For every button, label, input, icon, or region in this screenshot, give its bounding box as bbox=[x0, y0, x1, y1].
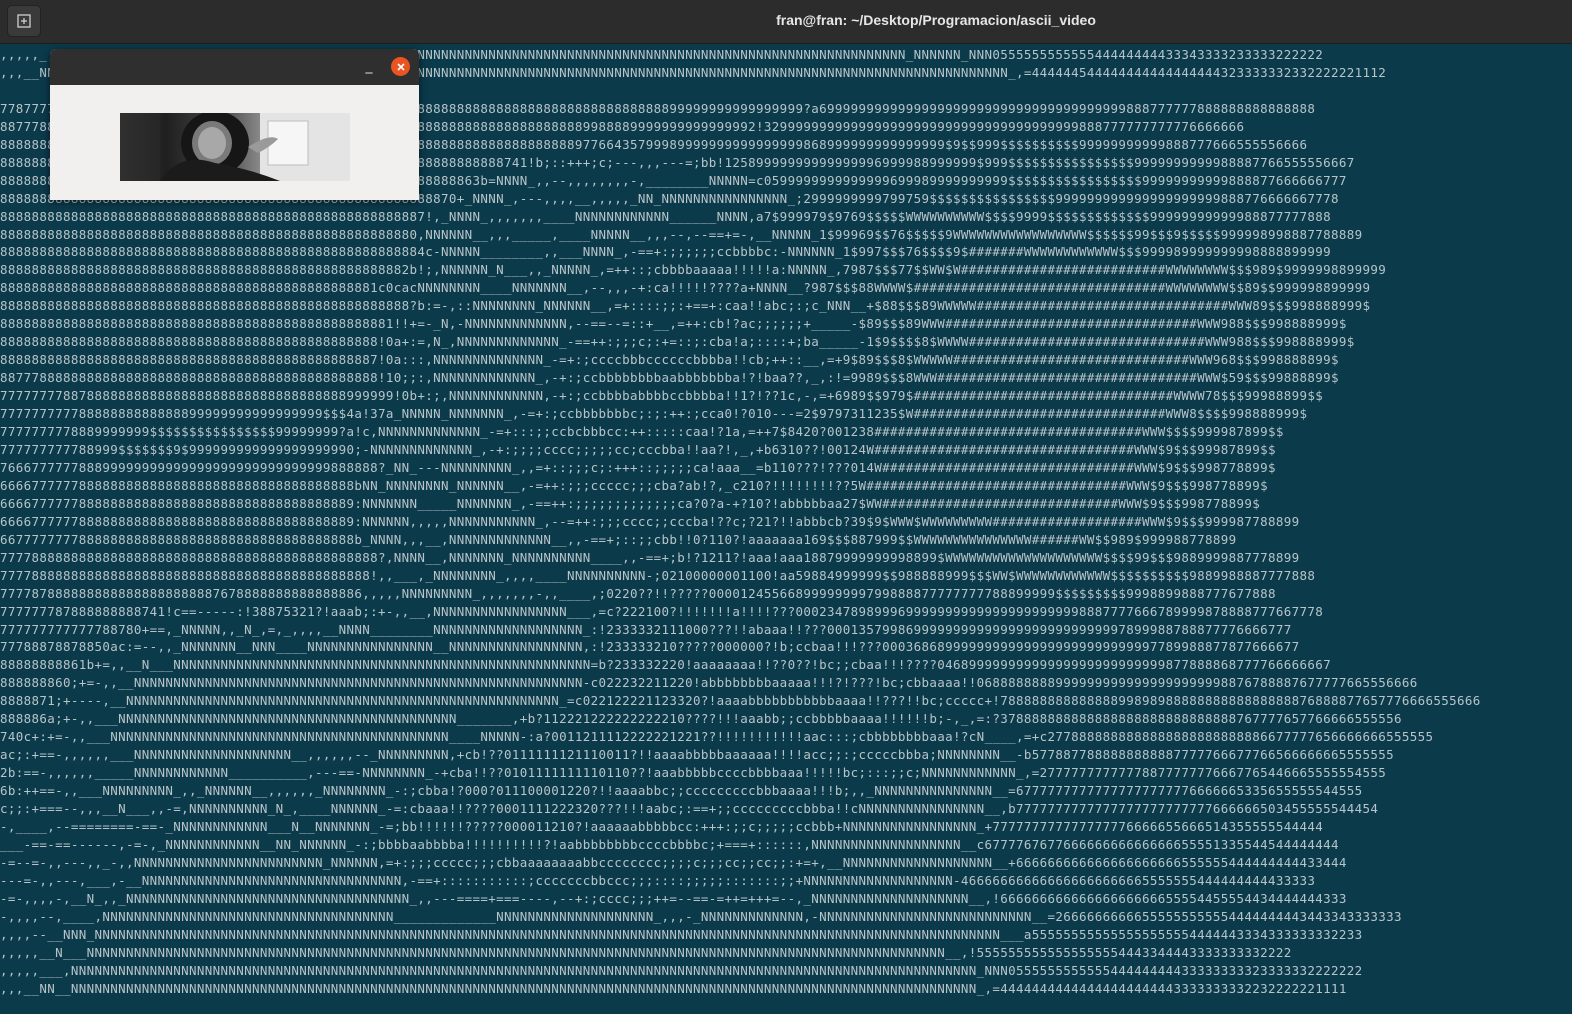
window-titlebar: fran@fran: ~/Desktop/Programacion/ascii_… bbox=[0, 0, 1572, 44]
terminal-line: 8888888888888888888888888888888888888888… bbox=[0, 352, 1339, 368]
terminal-line: -=--=-,,---,,_-,,NNNNNNNNNNNNNNNNNNNNNNN… bbox=[0, 854, 1347, 870]
terminal-line: 77788878878850ac:=--,,_NNNNNNN__NNN____N… bbox=[0, 639, 1300, 655]
terminal-line: 7666777777888999999999999999999999999999… bbox=[0, 459, 1276, 475]
terminal-line: 88888888861b+=,,__N___NNNNNNNNNNNNNNNNNN… bbox=[0, 657, 1331, 673]
terminal-line: 8888888888888888888888888888888888888888… bbox=[0, 316, 1347, 332]
terminal-line: 8877788888888888888888888888888888888888… bbox=[0, 370, 1339, 386]
terminal-line: 777777777788999$$$$$$$9$9999999999999999… bbox=[0, 441, 1276, 457]
webcam-frame bbox=[120, 113, 350, 181]
webcam-person-image bbox=[120, 113, 350, 181]
terminal-line: ---=-,,---,___,-__NNNNNNNNNNNNNNNNNNNNNN… bbox=[0, 872, 1316, 888]
terminal-line: ,,,__NN__NNNNNNNNNNNNNNNNNNNNNNNNNNNNNNN… bbox=[0, 980, 1347, 996]
minimize-button[interactable]: _ bbox=[361, 58, 377, 74]
terminal-line: ,,,,,__N___NNNNNNNNNNNNNNNNNNNNNNNNNNNNN… bbox=[0, 944, 1292, 960]
terminal-line: 777777777777788780+==,_NNNNN,,_N_,=,_,,,… bbox=[0, 621, 1292, 637]
video-window-titlebar[interactable]: _ bbox=[50, 49, 419, 85]
terminal-line: 888886a;+-,,___NNNNNNNNNNNNNNNNNNNNNNNNN… bbox=[0, 711, 1402, 727]
terminal-line: -,____,--========-==-_NNNNNNNNNNNN___N__… bbox=[0, 818, 1324, 834]
terminal-line: ,,,,,___,NNNNNNNNNNNNNNNNNNNNNNNNNNNNNNN… bbox=[0, 962, 1363, 978]
video-preview-window[interactable]: _ bbox=[50, 49, 419, 200]
terminal-line: 6666777777888888888888888888888888888888… bbox=[0, 495, 1261, 511]
terminal-line: ,,,,--__NNN_NNNNNNNNNNNNNNNNNNNNNNNNNNNN… bbox=[0, 926, 1363, 942]
terminal-line: -=-,,,,-,__N_,,_NNNNNNNNNNNNNNNNNNNNNNNN… bbox=[0, 890, 1347, 906]
terminal-line: 8888871;+----,__NNNNNNNNNNNNNNNNNNNNNNNN… bbox=[0, 693, 1481, 709]
terminal-line: 740c+:+=-,,___NNNNNNNNNNNNNNNNNNNNNNNNNN… bbox=[0, 729, 1434, 745]
terminal-line: 7777777778889999999$$$$$$$$$$$$$$$$99999… bbox=[0, 424, 1284, 440]
terminal-line: 8888888888888888888888888888888888888888… bbox=[0, 226, 1363, 242]
terminal-line: 8888888888888888888888888888888888888888… bbox=[0, 298, 1371, 314]
terminal-line: 6677777777888888888888888888888888888888… bbox=[0, 531, 1237, 547]
terminal-line: 6666777777888888888888888888888888888888… bbox=[0, 477, 1268, 493]
terminal-line: 6666777777888888888888888888888888888888… bbox=[0, 513, 1300, 529]
terminal-line: 7777777788788888888888888888888888888888… bbox=[0, 388, 1324, 404]
terminal-line: 777777787888888888741!c==-----:!38875321… bbox=[0, 603, 1324, 619]
terminal-line: 8888888888888888888888888888888888888888… bbox=[0, 280, 1371, 296]
terminal-line: ___-==-==------,-=-,_NNNNNNNNNNNN__NN_NN… bbox=[0, 836, 1339, 852]
terminal-line: 888888860;+=-,,__NNNNNNNNNNNNNNNNNNNNNNN… bbox=[0, 675, 1418, 691]
terminal-line: 8888888888888888888888888888888888888888… bbox=[0, 244, 1331, 260]
terminal-line: 7777777777888888888888889999999999999999… bbox=[0, 406, 1308, 422]
terminal-line: 8888888888888888888888888888888888888888… bbox=[0, 208, 1331, 224]
terminal-line: -,,,,--,____,NNNNNNNNNNNNNNNNNNNNNNNNNNN… bbox=[0, 908, 1402, 924]
terminal-line: 7777888888888888888888888888888888888888… bbox=[0, 549, 1300, 565]
window-title: fran@fran: ~/Desktop/Programacion/ascii_… bbox=[776, 12, 1096, 28]
terminal-line: 7777888888888888888888888888888888888888… bbox=[0, 567, 1316, 583]
terminal-line: 8888888888888888888888888888888888888888… bbox=[0, 262, 1387, 278]
video-window-body bbox=[50, 85, 419, 200]
terminal-line: ac;:+==-,,,,,,___NNNNNNNNNNNNNNNNNNNN__,… bbox=[0, 747, 1394, 763]
close-icon bbox=[396, 62, 405, 71]
terminal-line: 7777878888888888888888888887678888888888… bbox=[0, 585, 1276, 601]
terminal-line: c;;:+===--,,,__N___,,-=,NNNNNNNNNN_N_,__… bbox=[0, 801, 1379, 817]
terminal-line: 6b:++==-,,___NNNNNNNNN_,,_NNNNNN__,,,,,,… bbox=[0, 783, 1363, 799]
close-button[interactable] bbox=[391, 57, 410, 76]
terminal-line: 8888888888888888888888888888888888888888… bbox=[0, 334, 1355, 350]
terminal-line: 2b:==-,,,,,,_____NNNNNNNNNNNN__________,… bbox=[0, 765, 1387, 781]
